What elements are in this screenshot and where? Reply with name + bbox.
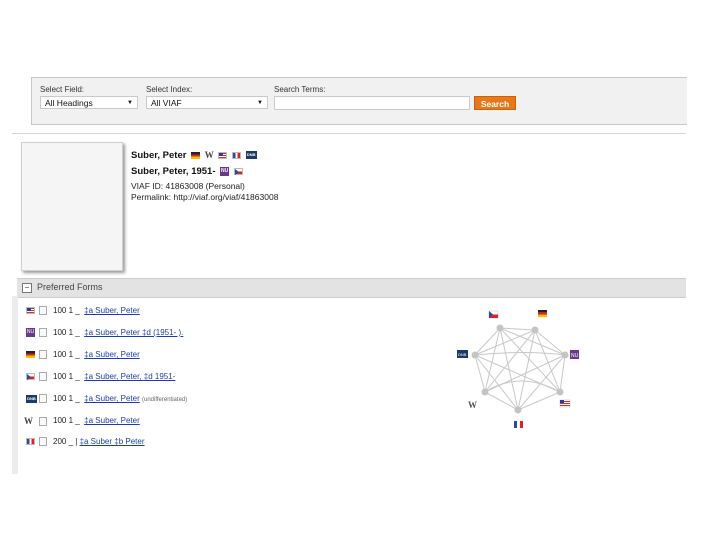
wikipedia-icon[interactable]: W — [205, 150, 214, 160]
preferred-forms-title: Preferred Forms — [37, 282, 103, 292]
graph-node[interactable] — [496, 324, 504, 332]
form-link[interactable]: ‡a Suber ‡b Peter — [80, 437, 145, 446]
de-flag-icon[interactable] — [26, 351, 35, 359]
source-link-graph: NU W DNB — [457, 310, 579, 428]
heading-name-2: Suber, Peter, 1951- NU — [131, 166, 243, 177]
fr-flag-icon[interactable] — [26, 438, 35, 446]
collapse-icon[interactable]: − — [22, 283, 32, 293]
select-index-value: All VIAF — [151, 98, 182, 108]
preferred-form-row: 100 1 _ ‡a Suber, Peter, ‡d 1951- — [24, 371, 175, 383]
form-link[interactable]: ‡a Suber, Peter — [84, 416, 140, 425]
us-flag-icon[interactable] — [559, 399, 571, 408]
graph-node[interactable] — [514, 406, 522, 414]
wikipedia-icon[interactable]: W — [468, 400, 477, 410]
permalink: Permalink: http://viaf.org/viaf/41863008 — [131, 192, 279, 202]
preferred-form-row: NU 100 1 _ ‡a Suber, Peter ‡d (1951- ). — [26, 328, 184, 338]
us-flag-icon[interactable] — [26, 307, 35, 315]
form-link[interactable]: ‡a Suber, Peter — [84, 350, 140, 359]
record-icon[interactable] — [39, 328, 47, 338]
cz-flag-icon[interactable] — [26, 373, 35, 381]
form-link[interactable]: ‡a Suber, Peter — [84, 306, 140, 315]
cz-flag-icon[interactable] — [488, 310, 499, 319]
dnb-icon[interactable]: DNB — [457, 350, 468, 358]
de-flag-icon[interactable] — [191, 151, 201, 159]
fr-flag-icon[interactable] — [232, 151, 242, 159]
divider — [12, 133, 686, 134]
select-field-dropdown[interactable]: All Headings ▼ — [40, 96, 138, 109]
select-index-label: Select Index: — [146, 85, 193, 94]
search-terms-label: Search Terms: — [274, 85, 326, 94]
graph-node[interactable] — [481, 388, 489, 396]
us-flag-icon[interactable] — [218, 151, 228, 159]
record-icon[interactable] — [39, 372, 47, 382]
nu-icon[interactable]: NU — [220, 166, 230, 176]
chevron-down-icon: ▼ — [127, 100, 133, 106]
search-panel: Select Field: All Headings ▼ Select Inde… — [31, 77, 687, 125]
record-icon[interactable] — [39, 350, 47, 360]
viaf-id: VIAF ID: 41863008 (Personal) — [131, 181, 245, 191]
form-link[interactable]: ‡a Suber, Peter — [84, 394, 140, 403]
svg-text:NU: NU — [571, 353, 579, 359]
dnb-icon[interactable]: DNB — [245, 151, 257, 160]
graph-node[interactable] — [471, 351, 479, 359]
fr-flag-icon[interactable] — [514, 421, 523, 428]
portrait-placeholder — [21, 142, 123, 271]
svg-text:DNB: DNB — [458, 352, 467, 357]
form-link[interactable]: ‡a Suber, Peter ‡d (1951- ). — [84, 328, 183, 337]
dnb-icon[interactable]: DNB — [26, 394, 37, 403]
record-icon[interactable] — [39, 394, 47, 404]
heading-name-1: Suber, Peter W DNB — [131, 150, 257, 161]
graph-node[interactable] — [556, 388, 564, 396]
chevron-down-icon: ▼ — [257, 100, 263, 106]
preferred-form-row: 100 1 _ ‡a Suber, Peter — [24, 305, 140, 317]
select-field-value: All Headings — [45, 98, 93, 108]
select-field-label: Select Field: — [40, 85, 85, 94]
form-link[interactable]: ‡a Suber, Peter, ‡d 1951- — [84, 372, 175, 381]
record-icon[interactable] — [39, 416, 47, 426]
preferred-form-row: W 100 1 _ ‡a Suber, Peter — [24, 415, 140, 427]
graph-node[interactable] — [531, 326, 539, 334]
preferred-form-row: 200 _ | ‡a Suber ‡b Peter — [24, 436, 145, 448]
left-rule — [12, 296, 18, 474]
nu-icon[interactable]: NU — [26, 328, 35, 338]
svg-text:W: W — [468, 400, 477, 410]
graph-node[interactable] — [561, 351, 569, 359]
nu-icon[interactable]: NU — [570, 350, 579, 359]
preferred-form-row: DNB 100 1 _ ‡a Suber, Peter (undifferenti… — [26, 394, 188, 404]
cz-flag-icon[interactable] — [233, 167, 243, 175]
record-icon[interactable] — [39, 437, 47, 447]
preferred-forms-header[interactable]: − Preferred Forms — [17, 278, 686, 298]
search-input[interactable] — [274, 96, 470, 110]
preferred-form-row: 100 1 _ ‡a Suber, Peter — [24, 349, 140, 361]
select-index-dropdown[interactable]: All VIAF ▼ — [146, 96, 268, 109]
wikipedia-icon[interactable]: W — [24, 415, 33, 427]
record-icon[interactable] — [39, 306, 47, 316]
form-note: (undifferentiated) — [141, 397, 188, 403]
search-button[interactable]: Search — [474, 96, 516, 110]
de-flag-icon[interactable] — [538, 310, 547, 318]
